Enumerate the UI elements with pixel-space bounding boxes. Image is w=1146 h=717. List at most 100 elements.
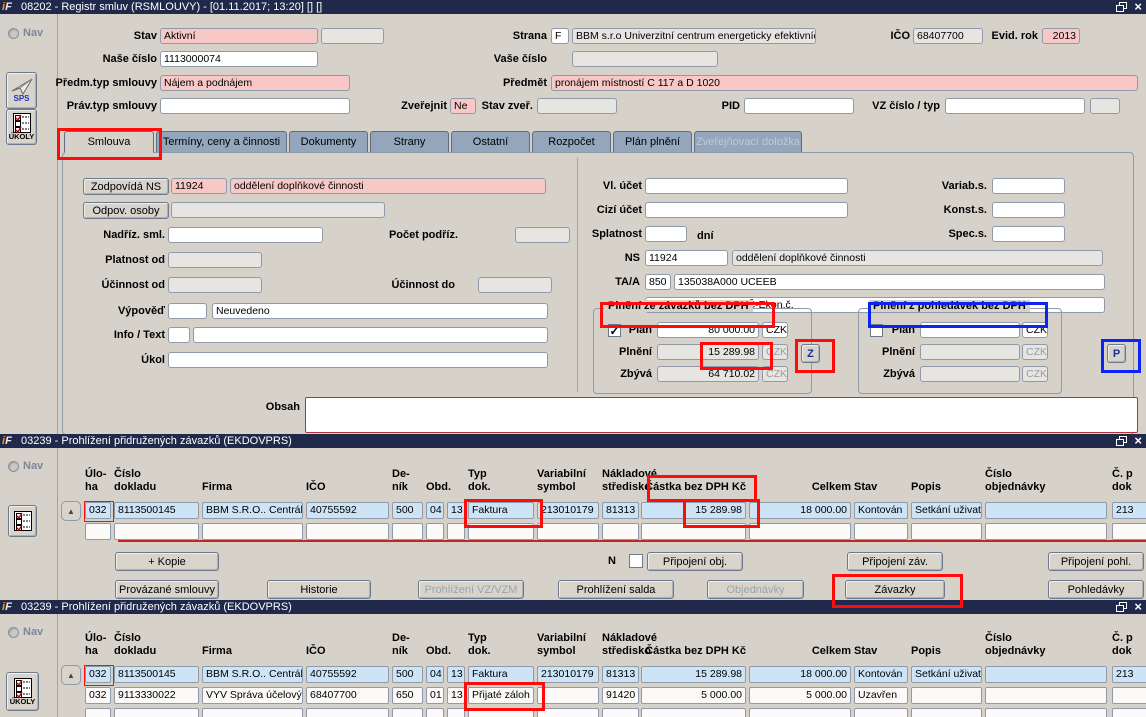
table-cell[interactable] (468, 708, 534, 717)
table-cell[interactable]: 650 (392, 687, 423, 704)
table-cell[interactable]: 5 000.00 (749, 687, 851, 704)
strana-name-field[interactable]: BBM s.r.o Univerzitní centrum energetick… (572, 28, 816, 44)
table-cell[interactable]: 9113330022 (114, 687, 199, 704)
evid-rok-field[interactable]: 2013 (1042, 28, 1080, 44)
table-cell[interactable]: 13 (447, 687, 465, 704)
variab-field[interactable] (992, 178, 1065, 194)
ico-field[interactable]: 68407700 (913, 28, 983, 44)
table-cell[interactable] (114, 523, 199, 540)
close-icon[interactable]: × (1134, 600, 1142, 613)
stav-zver-field[interactable] (537, 98, 617, 114)
vl-ucet-field[interactable] (645, 178, 848, 194)
table-cell[interactable]: 8113500145 (114, 502, 199, 519)
tab-ostatni[interactable]: Ostatní (451, 131, 530, 153)
table-cell[interactable]: 81313 (602, 666, 639, 683)
table-cell[interactable] (202, 523, 303, 540)
info-text-field[interactable] (193, 327, 548, 343)
cizi-ucet-field[interactable] (645, 202, 848, 218)
table-cell[interactable] (426, 523, 444, 540)
table-cell[interactable] (447, 523, 465, 540)
table-cell[interactable] (306, 708, 389, 717)
ukoly-button[interactable]: ÚKOLY (6, 109, 37, 145)
stav-extra-field[interactable] (321, 28, 384, 44)
table-cell[interactable]: 500 (392, 502, 423, 519)
platnost-od-field[interactable] (168, 252, 262, 268)
table-cell[interactable]: Setkání uživate (911, 666, 982, 683)
plan-zavazky-field[interactable]: 80 000.00 (657, 322, 759, 338)
table-cell[interactable]: 13 (447, 502, 465, 519)
restore-icon[interactable] (1116, 2, 1128, 12)
zverejnit-field[interactable]: Ne (450, 98, 476, 114)
vz-typ-field[interactable] (1090, 98, 1120, 114)
table-cell[interactable] (911, 523, 982, 540)
zavazky-button[interactable]: Závazky (845, 580, 945, 599)
plan-pohledavky-field[interactable] (920, 322, 1020, 338)
taa-code-field[interactable]: 850 (645, 274, 671, 290)
table-cell[interactable] (392, 708, 423, 717)
odpov-osoby-field[interactable] (171, 202, 385, 218)
nase-cislo-field[interactable]: 1113000074 (160, 51, 318, 67)
prav-typ-field[interactable] (160, 98, 350, 114)
table-cell[interactable] (537, 708, 599, 717)
table-cell[interactable] (602, 523, 639, 540)
table-cell[interactable] (537, 523, 599, 540)
nadriz-sml-field[interactable] (168, 227, 323, 243)
table-cell[interactable]: Kontován (854, 666, 908, 683)
table-cell[interactable]: 5 000.00 (641, 687, 746, 704)
pohledavky-button[interactable]: Pohledávky (1048, 580, 1144, 599)
kopie-button[interactable]: + Kopie (115, 552, 219, 571)
restore-icon[interactable] (1116, 602, 1128, 612)
plneni-zavazky-field[interactable]: 15 289.98 (657, 344, 759, 360)
tab-strany[interactable]: Strany (370, 131, 449, 153)
table-cell[interactable] (602, 708, 639, 717)
table-cell[interactable]: 213010179 (537, 502, 599, 519)
table-cell[interactable]: 032 (85, 666, 111, 683)
table-cell[interactable]: 18 000.00 (749, 502, 851, 519)
table-cell[interactable]: 500 (392, 666, 423, 683)
zodpovida-ns-button[interactable]: Zodpovídá NS (83, 178, 169, 195)
table-cell[interactable]: Faktura (468, 502, 534, 519)
table-cell[interactable] (911, 708, 982, 717)
table-cell[interactable]: 032 (85, 502, 111, 519)
vypoved-code-field[interactable] (168, 303, 207, 319)
table-cell[interactable] (392, 523, 423, 540)
table-cell[interactable]: 032 (85, 687, 111, 704)
taa-value-field[interactable]: 135038A000 UCEEB (674, 274, 1105, 290)
table-cell[interactable] (1112, 523, 1146, 540)
splatnost-field[interactable] (645, 226, 687, 242)
table-cell[interactable] (1112, 687, 1146, 704)
table-cell[interactable]: 15 289.98 (641, 502, 746, 519)
table-cell[interactable] (85, 523, 111, 540)
table-cell[interactable]: 81313 (602, 502, 639, 519)
nav-toggle[interactable]: Nav (8, 27, 43, 39)
table-cell[interactable] (1112, 708, 1146, 717)
pripojeni-pohl-button[interactable]: Připojení pohl. (1048, 552, 1144, 571)
table-cell[interactable] (749, 708, 851, 717)
close-icon[interactable]: × (1134, 0, 1142, 13)
table-cell[interactable] (306, 523, 389, 540)
zodpovida-ns-name-field[interactable]: oddělení doplňkové činnosti (230, 178, 546, 194)
ucinnost-do-field[interactable] (478, 277, 552, 293)
table-cell[interactable]: Faktura (468, 666, 534, 683)
p-button[interactable]: P (1107, 344, 1126, 363)
zbyva-zavazky-field[interactable]: 64 710.02 (657, 366, 759, 382)
table-cell[interactable] (985, 708, 1107, 717)
table-cell[interactable]: BBM S.R.O.. Centrála (202, 666, 303, 683)
ucinnost-od-field[interactable] (168, 277, 262, 293)
ns-code-field[interactable]: 11924 (645, 250, 728, 266)
table-cell[interactable] (447, 708, 465, 717)
table-cell[interactable]: 8113500145 (114, 666, 199, 683)
n-checkbox[interactable] (629, 554, 643, 568)
vase-cislo-field[interactable] (572, 51, 718, 67)
table-cell[interactable]: 91420 (602, 687, 639, 704)
liabilities-titlebar-1[interactable]: iF 03239 - Prohlížení přidružených závaz… (0, 434, 1146, 448)
predmet-field[interactable]: pronájem místností C 117 a D 1020 (551, 75, 1138, 91)
table-cell[interactable]: VYV Správa účelových z (202, 687, 303, 704)
provazane-smlouvy-button[interactable]: Provázané smlouvy (115, 580, 219, 599)
table-cell[interactable]: 68407700 (306, 687, 389, 704)
table-cell[interactable]: 40755592 (306, 502, 389, 519)
tab-plan-plneni[interactable]: Plán plnění (613, 131, 692, 153)
table-cell[interactable]: 13 (447, 666, 465, 683)
table-cell[interactable] (749, 523, 851, 540)
spec-field[interactable] (992, 226, 1065, 242)
